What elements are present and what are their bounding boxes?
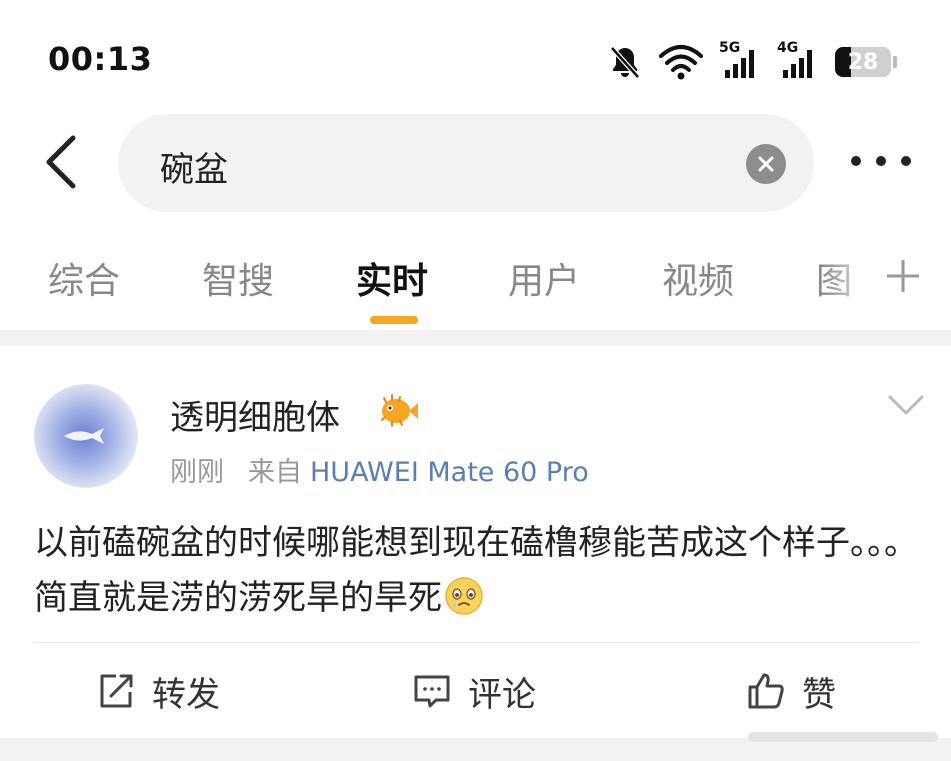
post-card[interactable]: 透明细胞体 刚刚 来自 HUAWEI Mate 60 Pro 以前磕碗盆的时候哪能想… xyxy=(0,346,951,741)
post-actions: 转发 评论 赞 xyxy=(0,646,951,736)
back-arrow-icon xyxy=(46,135,76,189)
repost-icon xyxy=(100,674,133,708)
tab-video[interactable]: 视频 xyxy=(662,252,734,304)
wifi-icon xyxy=(659,45,703,80)
pufferfish-badge-icon xyxy=(381,394,418,427)
tab-realtime[interactable]: 实时 xyxy=(356,252,428,304)
comment-button[interactable]: 评论 xyxy=(412,666,536,716)
post-username[interactable]: 透明细胞体 xyxy=(170,390,340,439)
signal-4g-icon: 4G xyxy=(777,40,819,80)
more-dot-icon xyxy=(876,156,886,166)
home-indicator[interactable] xyxy=(748,732,938,742)
post-content: 以前磕碗盆的时候哪能想到现在磕橹穆能苦成这个样子。。。简直就是涝的涝死旱的旱死 xyxy=(34,516,918,626)
search-input[interactable]: 碗盆 xyxy=(118,114,814,212)
status-icons: 5G 4G 28 xyxy=(607,40,897,82)
chevron-down-icon[interactable] xyxy=(887,392,925,418)
more-dot-icon xyxy=(901,156,911,166)
post-time: 刚刚 xyxy=(170,457,224,488)
search-tabs: 综合 智搜 实时 用户 视频 图 xyxy=(0,228,951,328)
add-tab-icon[interactable] xyxy=(885,258,921,294)
clear-search-button[interactable] xyxy=(746,144,786,184)
comment-icon xyxy=(414,675,450,708)
battery-cap xyxy=(893,56,897,68)
close-icon xyxy=(758,156,774,172)
tab-smart-search[interactable]: 智搜 xyxy=(202,252,274,304)
like-button[interactable]: 赞 xyxy=(746,666,836,716)
battery-icon: 28 xyxy=(835,47,897,77)
search-header: 碗盆 xyxy=(0,110,951,220)
post-meta: 刚刚 来自 HUAWEI Mate 60 Pro xyxy=(170,450,589,489)
more-dot-icon xyxy=(851,156,861,166)
repost-button[interactable]: 转发 xyxy=(96,666,220,716)
avatar[interactable] xyxy=(34,384,138,488)
thumbs-up-icon xyxy=(748,673,784,709)
post-source-device[interactable]: HUAWEI Mate 60 Pro xyxy=(310,457,589,488)
post-source-prefix: 来自 xyxy=(248,457,302,488)
active-tab-indicator xyxy=(370,316,418,324)
status-bar: 00:13 5G 4G 28 xyxy=(0,0,951,110)
section-divider xyxy=(0,330,951,346)
tab-comprehensive[interactable]: 综合 xyxy=(48,252,120,304)
crying-emoji-icon xyxy=(445,577,483,615)
like-label: 赞 xyxy=(802,674,836,715)
status-time: 00:13 xyxy=(48,40,153,78)
more-options-button[interactable] xyxy=(851,146,911,176)
battery-level: 28 xyxy=(847,49,879,75)
action-divider xyxy=(34,642,918,643)
back-button[interactable] xyxy=(36,132,86,192)
comment-label: 评论 xyxy=(468,674,536,715)
tabs-fade xyxy=(821,242,881,312)
signal-5g-icon: 5G xyxy=(719,40,761,80)
search-query-text: 碗盆 xyxy=(160,150,228,190)
repost-label: 转发 xyxy=(152,674,220,715)
fish-icon xyxy=(64,428,104,444)
tab-users[interactable]: 用户 xyxy=(508,252,580,304)
mute-bell-icon xyxy=(610,46,640,79)
